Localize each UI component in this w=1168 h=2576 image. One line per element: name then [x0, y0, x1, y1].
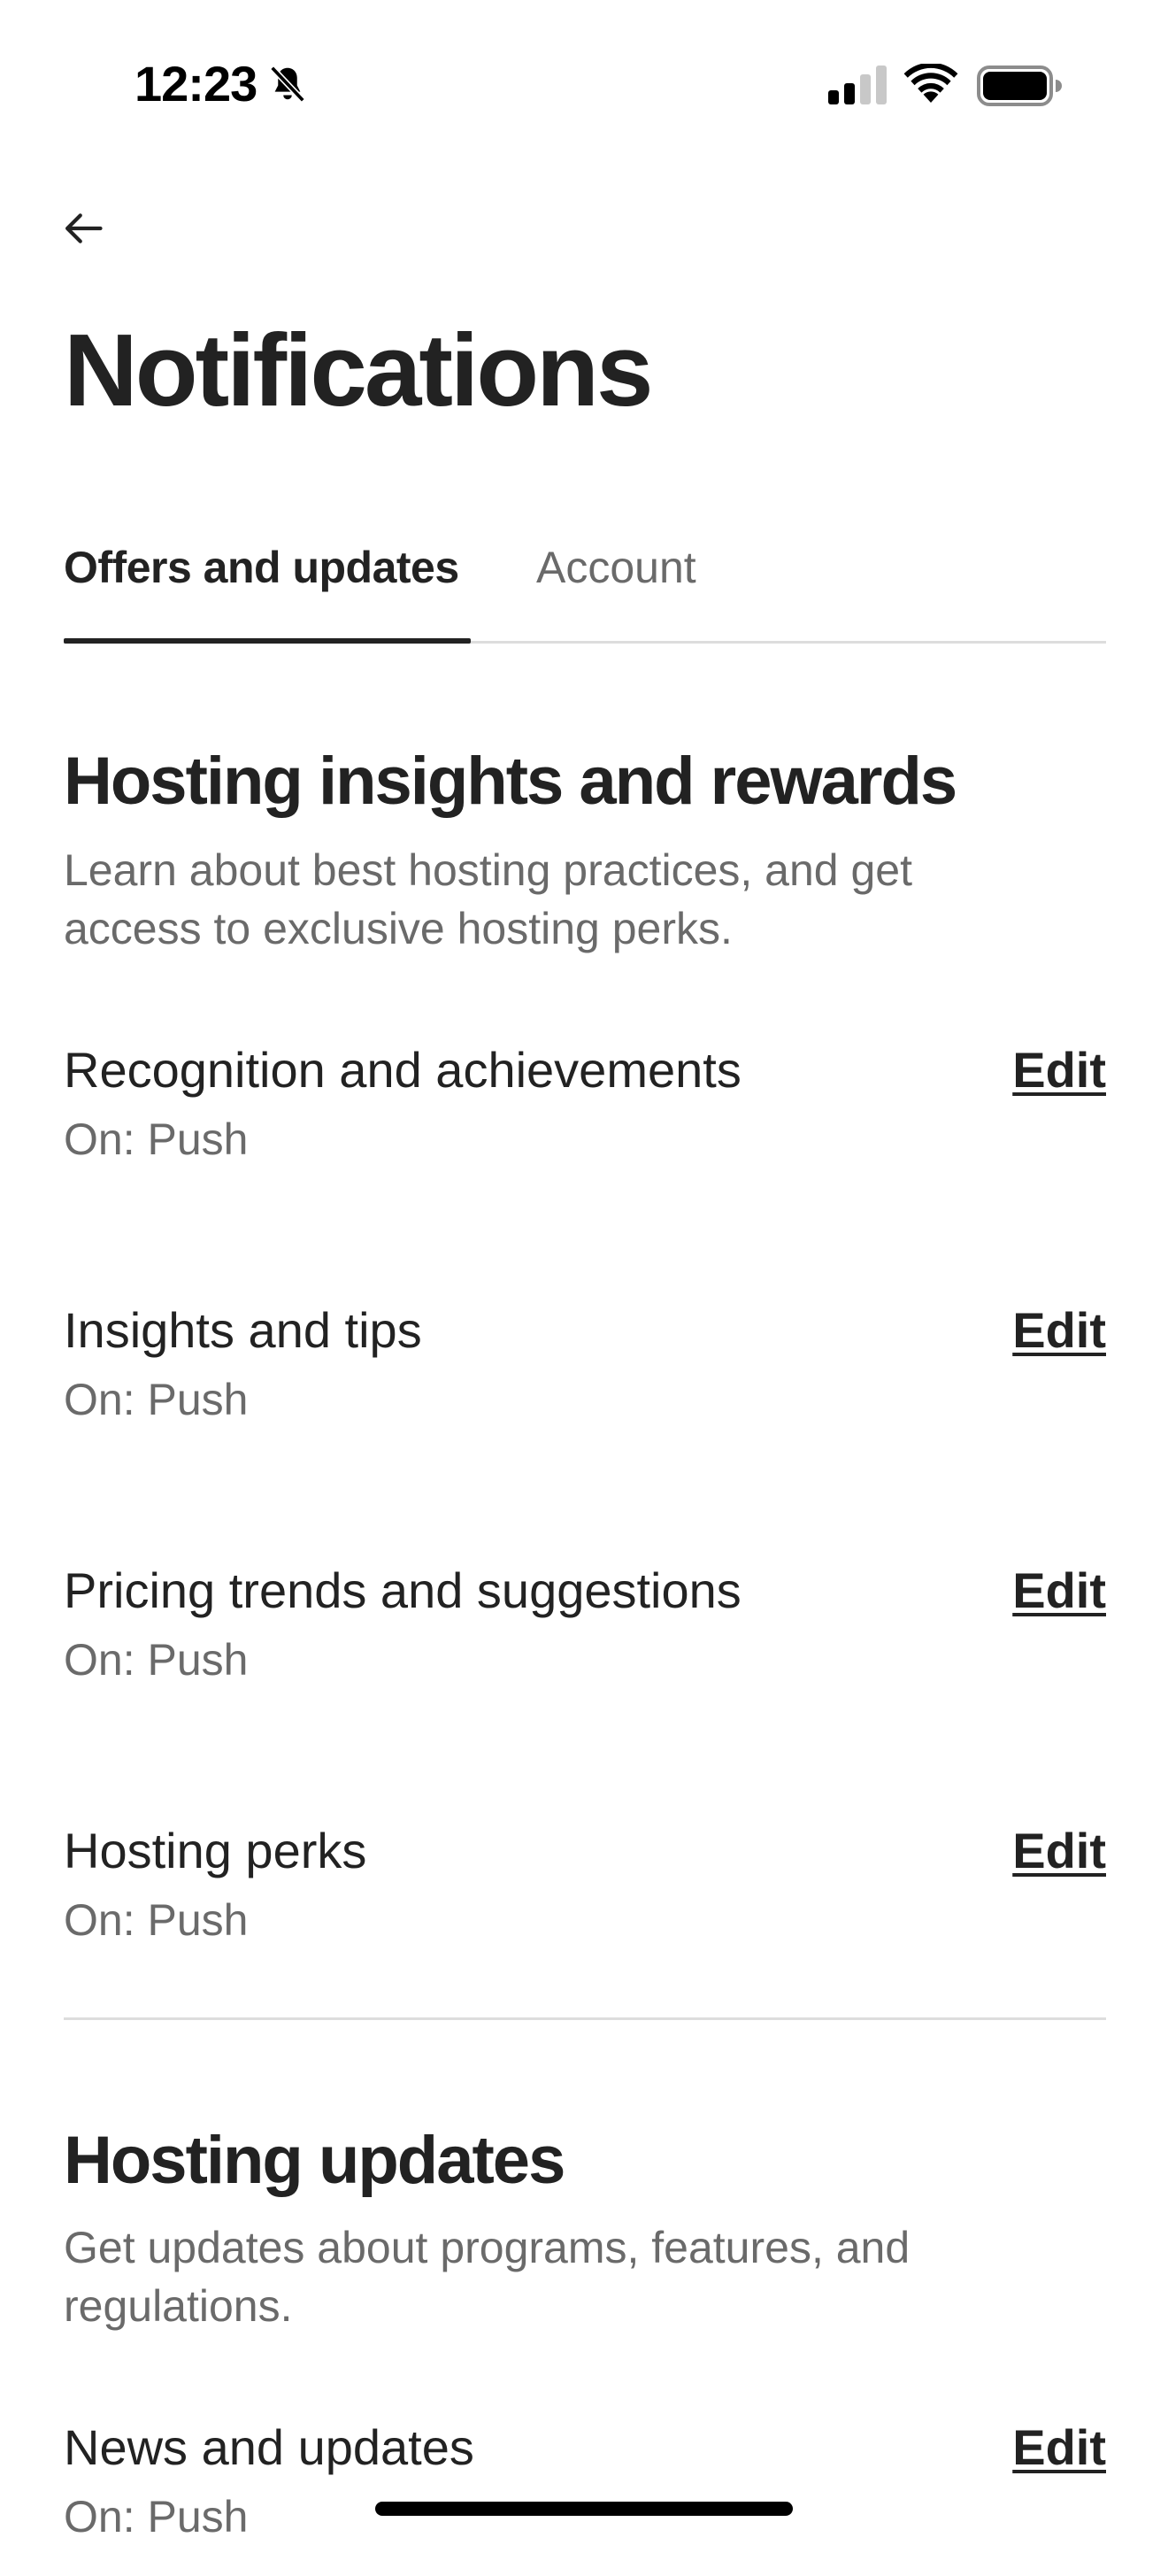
pref-name: Hosting perks: [64, 1823, 367, 1878]
pref-status: On: Push: [64, 1375, 249, 1424]
bell-off-icon: [270, 66, 305, 103]
section-description-hosting-insights: Learn about best hosting practices, and …: [64, 845, 912, 953]
edit-pricing-trends-and-suggestions-button[interactable]: Edit: [1012, 1560, 1106, 1622]
section-description-hosting-updates: Get updates about programs, features, an…: [64, 2223, 911, 2331]
arrow-left-icon: [65, 213, 103, 243]
pref-row-pricing-trends-and-suggestions: Pricing trends and suggestions On: Push …: [64, 1560, 1106, 1719]
back-button[interactable]: [50, 195, 117, 262]
status-time: 12:23: [134, 56, 257, 112]
section-title-hosting-updates: Hosting updates: [64, 2123, 565, 2198]
pref-status: On: Push: [64, 2492, 249, 2541]
page-title: Notifications: [64, 312, 653, 428]
pref-row-recognition-and-achievements: Recognition and achievements On: Push Ed…: [64, 1039, 1106, 1199]
pref-name: News and updates: [64, 2419, 474, 2475]
edit-hosting-perks-button[interactable]: Edit: [1012, 1820, 1106, 1882]
tab-account[interactable]: Account: [536, 531, 696, 641]
tab-bar: Offers and updates Account: [64, 531, 1106, 644]
pref-name: Recognition and achievements: [64, 1042, 742, 1098]
home-indicator: [375, 2502, 793, 2516]
pref-row-insights-and-tips: Insights and tips On: Push Edit: [64, 1300, 1106, 1459]
pref-row-hosting-perks: Hosting perks On: Push Edit: [64, 1820, 1106, 1979]
battery-icon: [977, 66, 1062, 106]
pref-name: Pricing trends and suggestions: [64, 1562, 742, 1618]
edit-insights-and-tips-button[interactable]: Edit: [1012, 1300, 1106, 1361]
tab-offers-and-updates[interactable]: Offers and updates: [64, 531, 471, 644]
section-title-hosting-insights: Hosting insights and rewards: [64, 744, 957, 819]
pref-status: On: Push: [64, 1895, 249, 1945]
pref-row-news-and-updates: News and updates On: Push Edit: [64, 2417, 1106, 2576]
pref-status: On: Push: [64, 1114, 249, 1164]
pref-status: On: Push: [64, 1635, 249, 1685]
wifi-icon: [903, 64, 958, 103]
status-bar: 12:23: [0, 0, 1168, 168]
edit-recognition-and-achievements-button[interactable]: Edit: [1012, 1039, 1106, 1101]
edit-news-and-updates-button[interactable]: Edit: [1012, 2417, 1106, 2479]
section-divider: [64, 2017, 1106, 2020]
cellular-signal-icon: [828, 66, 887, 104]
pref-name: Insights and tips: [64, 1302, 422, 1358]
